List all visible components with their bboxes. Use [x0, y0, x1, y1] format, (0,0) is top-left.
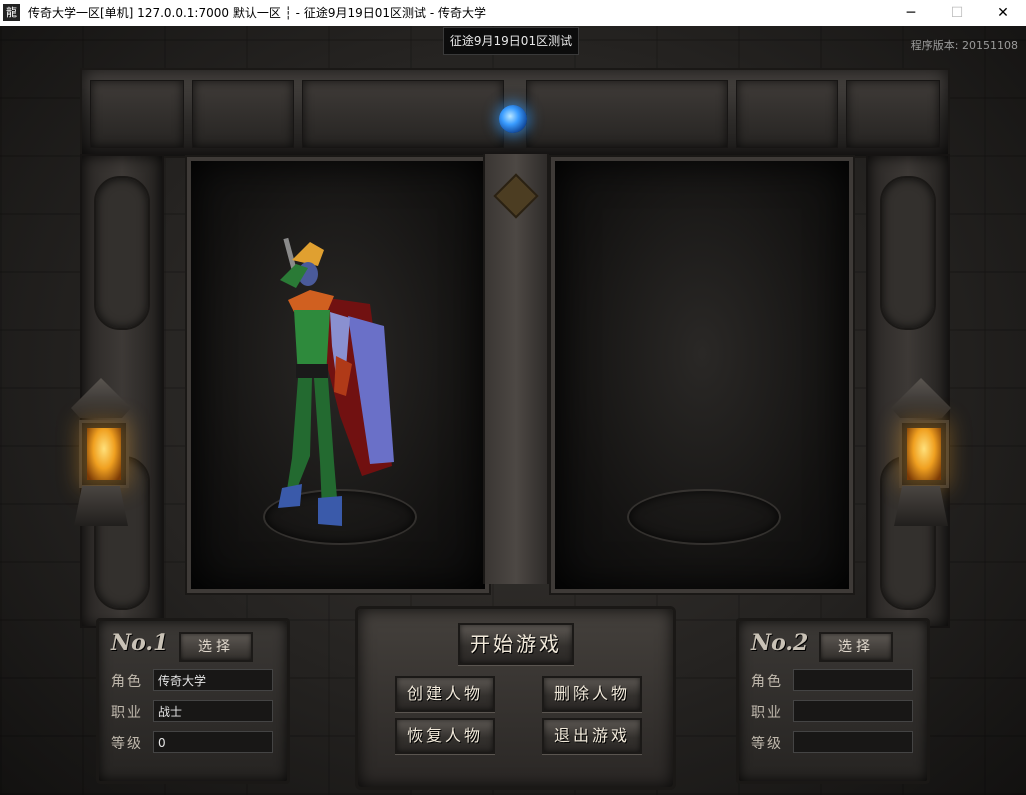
- close-icon[interactable]: ✕: [980, 0, 1026, 26]
- dragon-carving-right: [526, 80, 728, 148]
- dragon-carving-left: [302, 80, 504, 148]
- blue-orb-icon: [499, 105, 527, 133]
- class-label: 职业: [111, 705, 143, 721]
- window-title: 传奇大学一区[单机] 127.0.0.1:7000 默认一区 ┆ - 征途9月1…: [28, 6, 486, 20]
- app-icon[interactable]: 龍: [3, 4, 20, 21]
- frieze-block: [846, 80, 940, 148]
- frieze-block: [90, 80, 184, 148]
- left-lantern-icon: [66, 378, 136, 528]
- main-menu-panel: 开始游戏 创建人物 删除人物 恢复人物 退出游戏: [355, 606, 676, 790]
- floor-rune-circle: [627, 489, 781, 545]
- diamond-emblem-icon: [493, 173, 539, 219]
- slot-2-role-field: [793, 669, 913, 691]
- minimize-icon[interactable]: ─: [888, 0, 934, 26]
- create-character-button[interactable]: 创建人物: [395, 676, 495, 712]
- server-name-label: 征途9月19日01区测试: [443, 27, 579, 55]
- right-lantern-icon: [886, 378, 956, 528]
- character-select-screen: 征途9月19日01区测试 程序版本: 20151108 No.1 选择 角色 传…: [0, 26, 1026, 795]
- start-game-button[interactable]: 开始游戏: [458, 623, 574, 665]
- slot-1-select-button[interactable]: 选择: [179, 632, 253, 662]
- maximize-icon[interactable]: ☐: [934, 0, 980, 26]
- slot-1-class-field: 战士: [153, 700, 273, 722]
- role-label: 角色: [751, 674, 783, 690]
- exit-game-button[interactable]: 退出游戏: [542, 718, 642, 754]
- slot-2-level-field: [793, 731, 913, 753]
- version-label: 程序版本: 20151108: [910, 39, 1018, 52]
- role-label: 角色: [111, 674, 143, 690]
- window-titlebar[interactable]: 龍 传奇大学一区[单机] 127.0.0.1:7000 默认一区 ┆ - 征途9…: [0, 0, 1026, 27]
- slot-2-info-panel: No.2 选择 角色 职业 等级: [736, 618, 930, 784]
- frieze-block: [736, 80, 838, 148]
- slot-1-info-panel: No.1 选择 角色 传奇大学 职业 战士 等级 0: [96, 618, 290, 784]
- level-label: 等级: [751, 736, 783, 752]
- slot-1-level-field: 0: [153, 731, 273, 753]
- class-label: 职业: [751, 705, 783, 721]
- center-pillar: [483, 154, 549, 584]
- delete-character-button[interactable]: 删除人物: [542, 676, 642, 712]
- character-slot-2-frame[interactable]: [549, 155, 855, 595]
- restore-character-button[interactable]: 恢复人物: [395, 718, 495, 754]
- slot-1-role-field: 传奇大学: [153, 669, 273, 691]
- slot-2-class-field: [793, 700, 913, 722]
- slot-1-number: No.1: [111, 630, 169, 656]
- pillar-carving: [880, 176, 936, 330]
- slot-2-number: No.2: [751, 630, 809, 656]
- warrior-character-sprite[interactable]: [252, 226, 402, 546]
- pillar-carving: [94, 176, 150, 330]
- frieze-block: [192, 80, 294, 148]
- level-label: 等级: [111, 736, 143, 752]
- slot-2-select-button[interactable]: 选择: [819, 632, 893, 662]
